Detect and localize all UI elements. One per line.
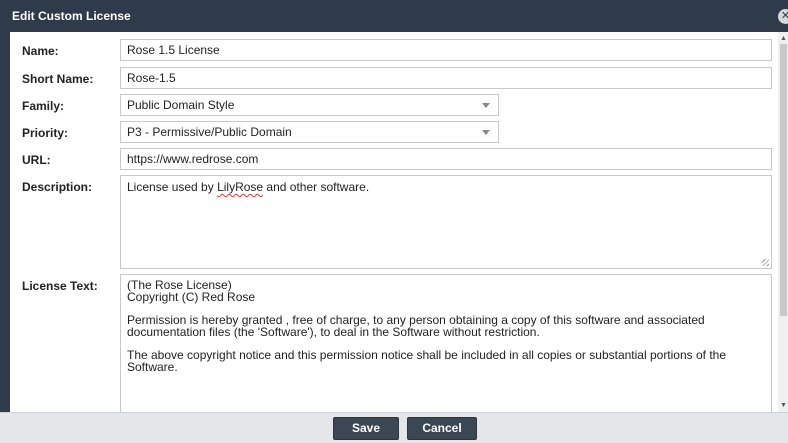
priority-value: P3 - Permissive/Public Domain [127,125,292,139]
cancel-button[interactable]: Cancel [407,417,477,440]
vertical-scrollbar[interactable]: ▲ ▼ [778,32,788,412]
misspelled-word: LilyRose [217,180,264,194]
priority-label: Priority: [22,126,69,140]
license-line: Copyright (C) Red Rose [127,290,256,304]
chevron-down-icon [482,130,490,135]
priority-select[interactable]: P3 - Permissive/Public Domain [120,121,499,143]
url-field[interactable]: https://www.redrose.com [120,148,772,170]
license-text-textarea[interactable]: (The Rose License) Copyright (C) Red Ros… [120,274,772,412]
chevron-down-icon [482,103,490,108]
dialog-title: Edit Custom License [12,9,131,23]
dialog-left-border [0,32,10,412]
scroll-up-icon[interactable]: ▲ [780,35,787,42]
license-line: Software. [127,360,178,374]
short-name-field[interactable]: Rose-1.5 [120,67,772,89]
name-label: Name: [22,44,59,58]
license-line: The above copyright notice and this perm… [127,348,727,362]
scroll-down-icon[interactable]: ▼ [780,402,787,409]
dialog-titlebar: Edit Custom License ✕ [0,0,788,32]
license-line: documentation files (the 'Software'), to… [127,325,540,339]
description-label: Description: [22,180,93,194]
description-text-start: License used by [127,180,218,194]
license-text-label: License Text: [22,279,98,293]
description-textarea[interactable]: License used by LilyRose and other softw… [120,175,772,269]
dialog-footer: Save Cancel [0,412,788,443]
family-select[interactable]: Public Domain Style [120,94,499,116]
short-name-label: Short Name: [22,72,94,86]
scrollbar-thumb[interactable] [780,44,787,316]
description-text-end: and other software. [263,180,370,194]
family-value: Public Domain Style [127,98,235,112]
url-label: URL: [22,153,51,167]
save-button[interactable]: Save [333,417,399,440]
resize-handle-icon[interactable] [762,259,769,266]
name-field[interactable]: Rose 1.5 License [120,39,772,61]
dialog-body: Name: Rose 1.5 License Short Name: Rose-… [10,32,778,412]
close-icon[interactable]: ✕ [778,9,788,24]
family-label: Family: [22,99,65,113]
